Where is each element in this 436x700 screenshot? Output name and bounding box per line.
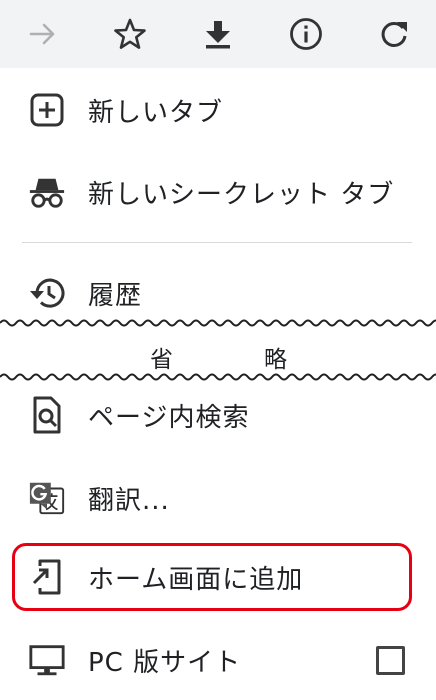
translate-label: 翻訳... — [88, 485, 170, 516]
find-in-page-icon — [28, 396, 66, 434]
page-info-button[interactable] — [286, 14, 326, 54]
reload-icon — [381, 21, 407, 47]
star-icon — [114, 18, 146, 49]
bookmark-button[interactable] — [110, 14, 150, 54]
menu-item-new-incognito-tab[interactable]: 新しいシークレット タブ — [0, 156, 436, 228]
forward-arrow-icon — [29, 23, 55, 45]
download-button[interactable] — [198, 14, 238, 54]
new-incognito-tab-label: 新しいシークレット タブ — [88, 179, 395, 210]
omitted-text-right: 略 — [264, 347, 287, 373]
new-tab-label: 新しいタブ — [88, 97, 224, 128]
find-in-page-label: ページ内検索 — [88, 402, 250, 433]
download-icon — [206, 21, 230, 49]
info-icon — [290, 18, 322, 50]
new-tab-icon — [28, 91, 66, 129]
forward-button[interactable] — [23, 14, 63, 54]
wavy-divider-top — [0, 319, 436, 327]
omitted-text-left: 省 — [150, 347, 173, 373]
desktop-site-checkbox[interactable] — [376, 646, 405, 675]
translate-icon — [28, 479, 66, 517]
menu-divider — [22, 242, 412, 243]
desktop-icon — [28, 641, 66, 679]
menu-item-new-tab[interactable]: 新しいタブ — [0, 74, 436, 146]
menu-item-desktop-site[interactable]: PC 版サイト — [0, 624, 436, 696]
highlight-frame — [12, 543, 412, 611]
reload-button[interactable] — [374, 14, 414, 54]
menu-item-find-in-page[interactable]: ページ内検索 — [0, 379, 436, 451]
incognito-icon — [28, 173, 66, 211]
browser-toolbar — [0, 0, 436, 68]
history-label: 履歴 — [88, 280, 143, 311]
menu-item-translate[interactable]: 翻訳... — [0, 462, 436, 534]
desktop-site-label: PC 版サイト — [88, 647, 242, 678]
history-icon — [28, 274, 66, 312]
